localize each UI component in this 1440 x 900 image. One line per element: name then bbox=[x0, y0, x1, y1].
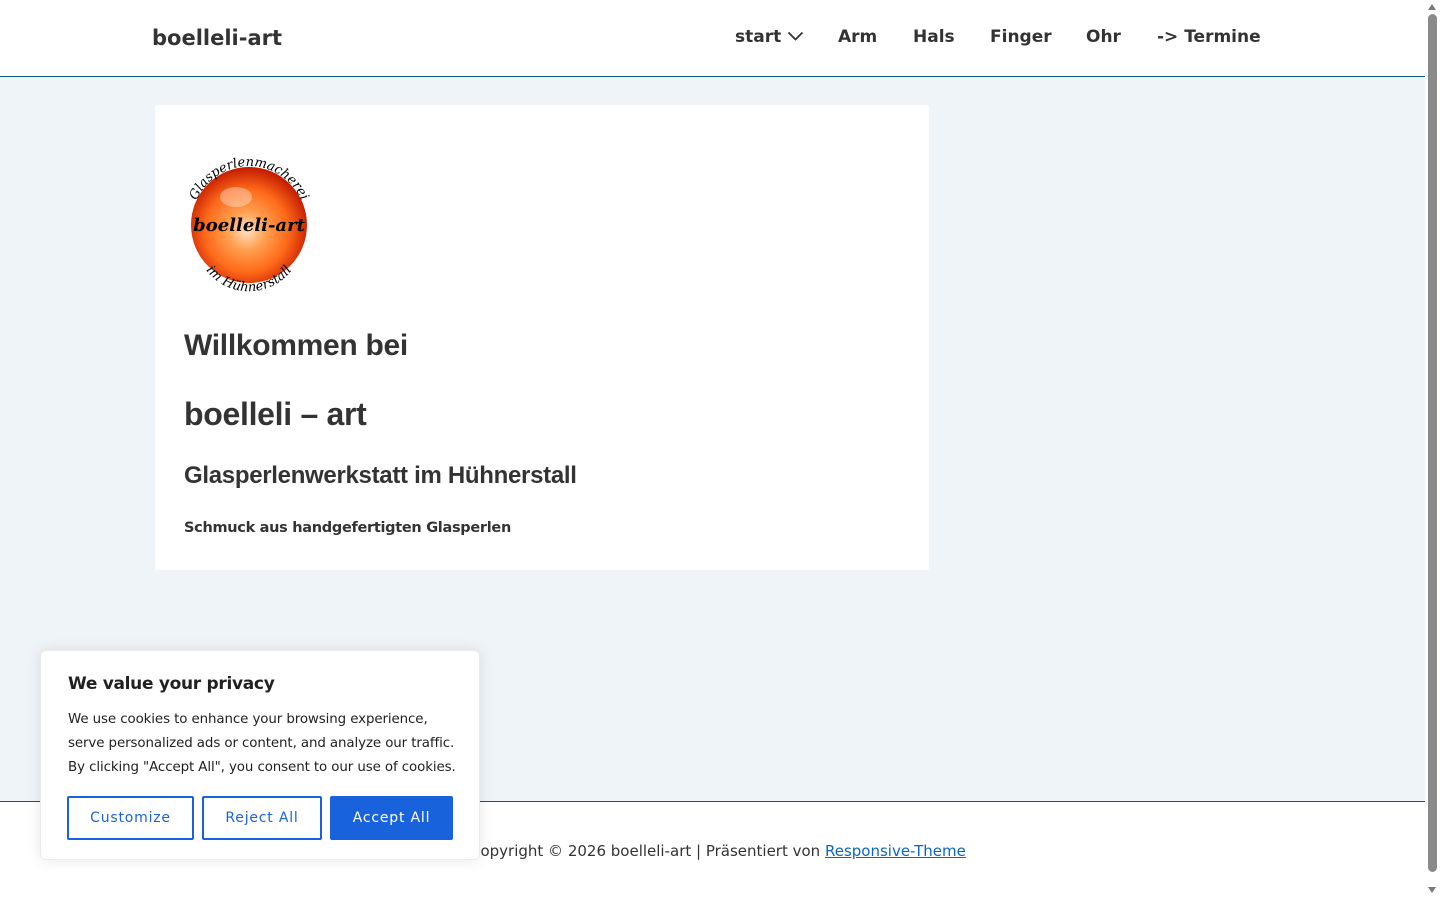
theme-link[interactable]: Responsive-Theme bbox=[825, 842, 966, 860]
nav-item-finger[interactable]: Finger bbox=[990, 27, 1052, 47]
nav-item-hals[interactable]: Hals bbox=[913, 27, 955, 47]
accept-all-button[interactable]: Accept All bbox=[330, 796, 453, 840]
nav-item-ohr[interactable]: Ohr bbox=[1086, 27, 1121, 47]
page-title-line2: boelleli – art bbox=[184, 396, 367, 432]
copyright-label: Copyright © 2026 boelleli-art | Präsenti… bbox=[470, 842, 825, 860]
scroll-down-arrow-icon[interactable] bbox=[1428, 887, 1436, 893]
cookie-description: We use cookies to enhance your browsing … bbox=[68, 712, 456, 775]
scroll-up-arrow-icon[interactable] bbox=[1428, 4, 1436, 10]
main-navigation: start Arm Hals Finger Ohr -> Termine bbox=[0, 27, 1425, 51]
content-card: Glasperlenmacherei boelleli-art im Hühne… bbox=[155, 105, 929, 570]
cookie-consent-banner: We value your privacy We use cookies to … bbox=[40, 650, 480, 860]
scrollbar-thumb[interactable] bbox=[1428, 14, 1437, 872]
nav-item-arm[interactable]: Arm bbox=[838, 27, 877, 47]
logo-image: Glasperlenmacherei boelleli-art im Hühne… bbox=[187, 155, 312, 295]
nav-item-termine[interactable]: -> Termine bbox=[1157, 27, 1261, 47]
cookie-title: We value your privacy bbox=[68, 674, 275, 694]
nav-item-start[interactable]: start bbox=[735, 27, 804, 47]
site-header: boelleli-art start Arm Hals Finger Ohr -… bbox=[0, 0, 1425, 77]
scrollbar[interactable] bbox=[1425, 0, 1440, 900]
copyright-text: Copyright © 2026 boelleli-art | Präsenti… bbox=[470, 842, 966, 860]
logo-center-text: boelleli-art bbox=[193, 215, 305, 236]
reject-all-button[interactable]: Reject All bbox=[202, 796, 322, 840]
nav-item-label: start bbox=[735, 27, 782, 47]
tagline: Schmuck aus handgefertigten Glasperlen bbox=[184, 520, 511, 536]
chevron-down-icon bbox=[788, 31, 804, 41]
customize-button[interactable]: Customize bbox=[67, 796, 194, 840]
page-subtitle: Glasperlenwerkstatt im Hühnerstall bbox=[184, 462, 577, 489]
page-title-line1: Willkommen bei bbox=[184, 329, 408, 362]
